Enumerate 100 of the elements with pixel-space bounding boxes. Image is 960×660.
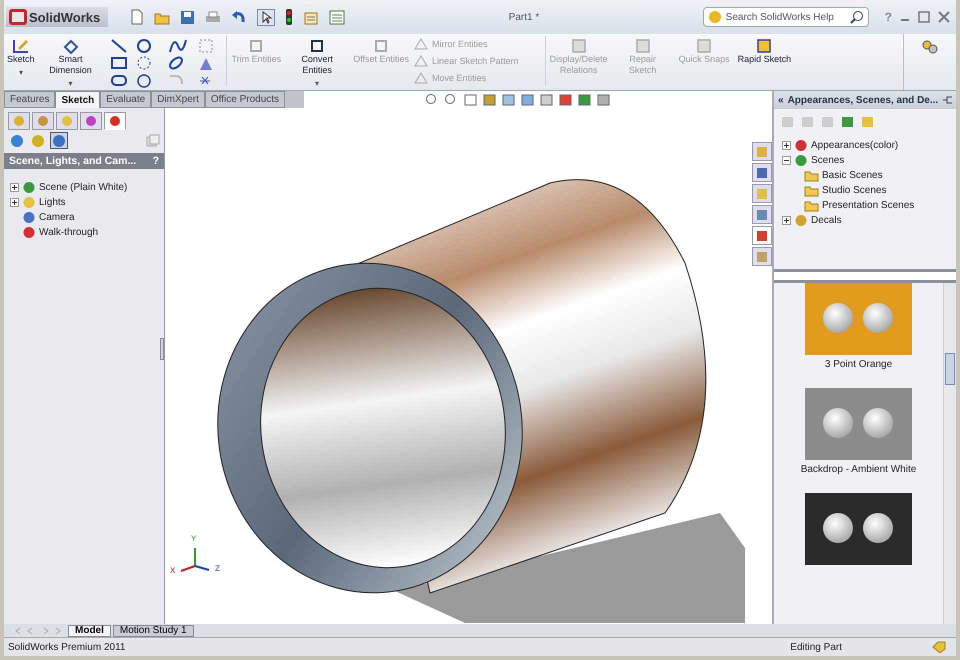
axis-label: Y (191, 534, 196, 543)
tag-icon[interactable] (932, 641, 946, 653)
collapse-button[interactable]: « (778, 94, 784, 106)
task-tab-icon (755, 186, 769, 200)
tree-item[interactable]: Scene (Plain White) (39, 182, 128, 193)
panel-tab-icon (108, 114, 122, 128)
view-tool-icon[interactable] (520, 92, 536, 106)
scrollbar-thumb[interactable] (945, 353, 955, 385)
search-field[interactable]: Search SolidWorks Help (726, 12, 846, 22)
ribbon-tab[interactable]: DimXpert (151, 91, 205, 108)
tree-item[interactable]: Walk-through (39, 227, 98, 238)
tree-item[interactable]: Decals (811, 215, 842, 226)
scene-thumbnail[interactable] (805, 283, 912, 355)
gears-icon[interactable] (921, 39, 939, 55)
new-document-icon[interactable] (130, 9, 144, 25)
expand-toggle-icon[interactable] (782, 216, 791, 225)
status-text: Editing Part (790, 642, 842, 652)
view-tool-icon[interactable] (482, 92, 498, 106)
task-pane-tab[interactable] (752, 205, 772, 224)
expand-toggle-icon[interactable] (782, 141, 791, 150)
thumbnail-label: 3 Point Orange (824, 359, 892, 370)
sketch-tool-icon (634, 38, 651, 54)
entity-tool-icon (414, 38, 428, 50)
panel-tab-icon (36, 114, 50, 128)
task-pane-tab[interactable] (752, 142, 772, 161)
entity-tool-icon (248, 38, 264, 54)
tree-item[interactable]: Appearances(color) (811, 140, 898, 151)
expand-toggle-icon[interactable] (10, 198, 19, 207)
view-tool-icon[interactable] (463, 92, 478, 106)
tree-node-icon (22, 226, 36, 239)
command-button[interactable]: Sketch ▾ (4, 36, 38, 80)
tree-item[interactable]: Studio Scenes (822, 185, 886, 196)
model-tab[interactable]: Model (68, 624, 111, 636)
pane-splitter-handle[interactable] (774, 269, 956, 283)
caret-icon[interactable]: ▾ (315, 78, 320, 89)
save-icon[interactable] (180, 10, 196, 24)
command-button[interactable]: Convert Entities ▾ (286, 36, 348, 91)
entity-tool-icon (373, 38, 390, 54)
task-tool-icon[interactable] (840, 115, 855, 129)
view-tool-icon[interactable] (596, 92, 612, 106)
view-tool-icon[interactable] (558, 92, 574, 106)
panel-tab[interactable] (104, 112, 126, 130)
task-pane-tab[interactable] (752, 163, 772, 182)
tree-item[interactable]: Lights (39, 197, 66, 208)
file-properties-icon[interactable] (303, 10, 320, 24)
pointer-icon[interactable] (257, 8, 276, 26)
search-icon[interactable] (850, 10, 864, 24)
view-tool-icon[interactable] (539, 92, 554, 106)
command-button[interactable]: Rapid Sketch (734, 36, 794, 67)
tree-node-icon (22, 196, 36, 209)
ribbon-tab[interactable]: Features (4, 91, 56, 108)
scene-thumbnail[interactable] (805, 493, 912, 565)
view-tool-icon[interactable] (577, 92, 592, 106)
task-pane-tab[interactable] (752, 247, 772, 266)
task-pane-tab[interactable] (752, 226, 772, 245)
maximize-icon[interactable] (918, 11, 930, 23)
panel-tab[interactable] (80, 112, 102, 130)
panel-tab[interactable] (8, 132, 26, 149)
pin-icon[interactable] (942, 95, 952, 105)
tree-item[interactable]: Presentation Scenes (822, 200, 914, 211)
tree-item[interactable]: Camera (39, 212, 75, 223)
copy-icon[interactable] (146, 134, 160, 148)
scrollbar[interactable] (943, 283, 956, 624)
status-text: SolidWorks Premium 2011 (8, 642, 126, 652)
panel-tab[interactable] (32, 112, 54, 130)
panel-tab[interactable] (56, 112, 78, 130)
view-tool-icon[interactable] (501, 92, 516, 106)
printer-icon[interactable] (205, 10, 222, 24)
close-icon[interactable] (938, 11, 950, 23)
axis-label: X (170, 566, 176, 575)
command-button[interactable]: Smart Dimension ▾ (40, 36, 102, 91)
tree-item[interactable]: Scenes (811, 155, 844, 166)
tree-item[interactable]: Basic Scenes (822, 170, 883, 181)
panel-splitter-handle[interactable] (160, 338, 164, 360)
folder-icon (804, 199, 819, 212)
panel-tab-icon (31, 134, 45, 148)
entity-tool-icon (414, 72, 428, 84)
ribbon-tab[interactable]: Sketch (55, 91, 100, 108)
panel-tab[interactable] (8, 112, 30, 130)
panel-tab[interactable] (50, 132, 68, 149)
sketch-tool-icon (756, 38, 772, 54)
scene-thumbnail[interactable] (804, 388, 912, 460)
options-icon[interactable] (329, 10, 346, 24)
caret-icon[interactable]: ▾ (68, 78, 73, 89)
help-button[interactable]: ? (152, 155, 159, 167)
ribbon-tab[interactable]: Evaluate (100, 91, 152, 108)
expand-toggle-icon[interactable] (782, 156, 791, 165)
caret-icon[interactable]: ▾ (18, 67, 23, 78)
ribbon-tab[interactable]: Office Products (204, 91, 286, 108)
panel-tab-icon (84, 114, 98, 128)
undo-icon[interactable] (231, 10, 248, 24)
tree-node-icon (794, 154, 808, 167)
expand-toggle-icon[interactable] (10, 183, 19, 192)
search-bar[interactable]: Search SolidWorks Help (702, 7, 869, 27)
task-pane-tab[interactable] (752, 184, 772, 203)
app-logo[interactable]: SolidWorks (6, 7, 108, 27)
model-tab[interactable]: Motion Study 1 (112, 624, 194, 636)
traffic-light-icon[interactable] (285, 9, 294, 25)
tree-node-icon (794, 214, 808, 227)
entity-tool-icon (414, 55, 428, 67)
